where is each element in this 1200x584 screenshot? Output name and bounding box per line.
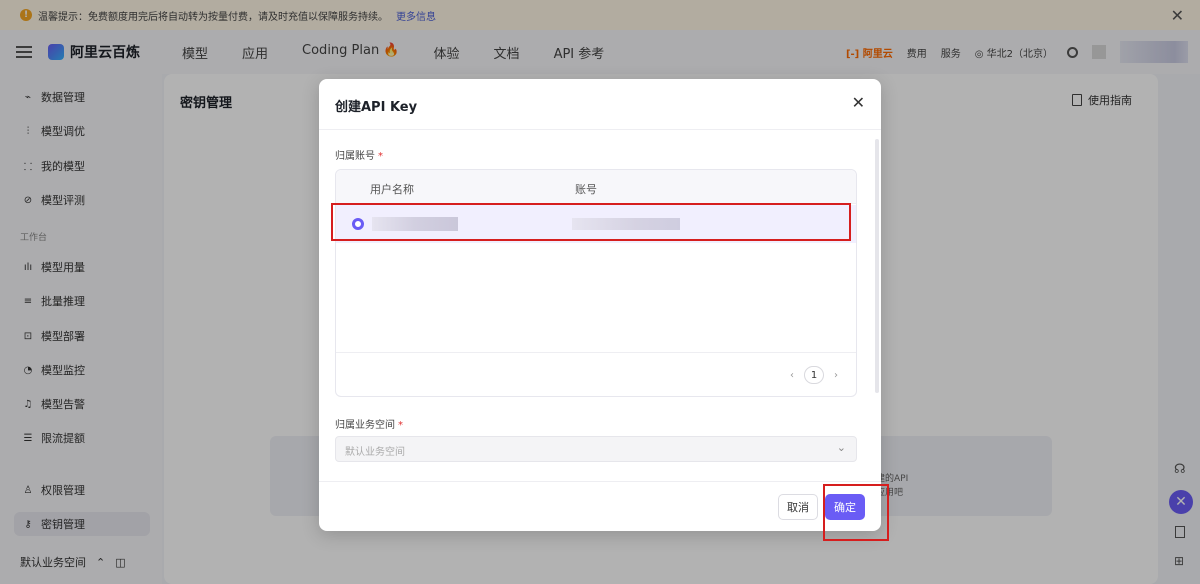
create-api-key-dialog: 创建API Key ✕ 归属账号 * 用户名称 账号 ‹ 1 › 归属业务空间 * … <box>319 79 881 531</box>
next-page-icon[interactable]: › <box>834 370 838 381</box>
account-label-text: 归属账号 <box>335 151 375 162</box>
pagination: ‹ 1 › <box>790 366 838 384</box>
dialog-title: 创建API Key <box>335 100 418 115</box>
workspace-label: 归属业务空间 * <box>335 416 403 431</box>
divider <box>319 481 881 482</box>
page-number[interactable]: 1 <box>804 366 824 384</box>
scrollbar[interactable] <box>875 139 879 393</box>
table-header: 用户名称 账号 <box>336 170 856 204</box>
workspace-select-value: 默认业务空间 <box>345 447 405 458</box>
close-icon[interactable]: ✕ <box>852 93 865 112</box>
divider <box>319 129 881 130</box>
workspace-label-text: 归属业务空间 <box>335 420 395 431</box>
highlight-selected-row <box>331 203 851 241</box>
prev-page-icon[interactable]: ‹ <box>790 370 794 381</box>
workspace-select[interactable]: 默认业务空间 ⌄ <box>335 436 857 462</box>
required-mark: * <box>378 151 383 162</box>
required-mark: * <box>398 420 403 431</box>
divider <box>336 352 856 353</box>
column-account: 账号 <box>575 183 597 196</box>
chevron-down-icon: ⌄ <box>836 441 846 454</box>
account-label: 归属账号 * <box>335 147 383 162</box>
highlight-confirm-button <box>823 484 889 541</box>
cancel-button[interactable]: 取消 <box>778 494 818 520</box>
column-username: 用户名称 <box>370 183 414 196</box>
